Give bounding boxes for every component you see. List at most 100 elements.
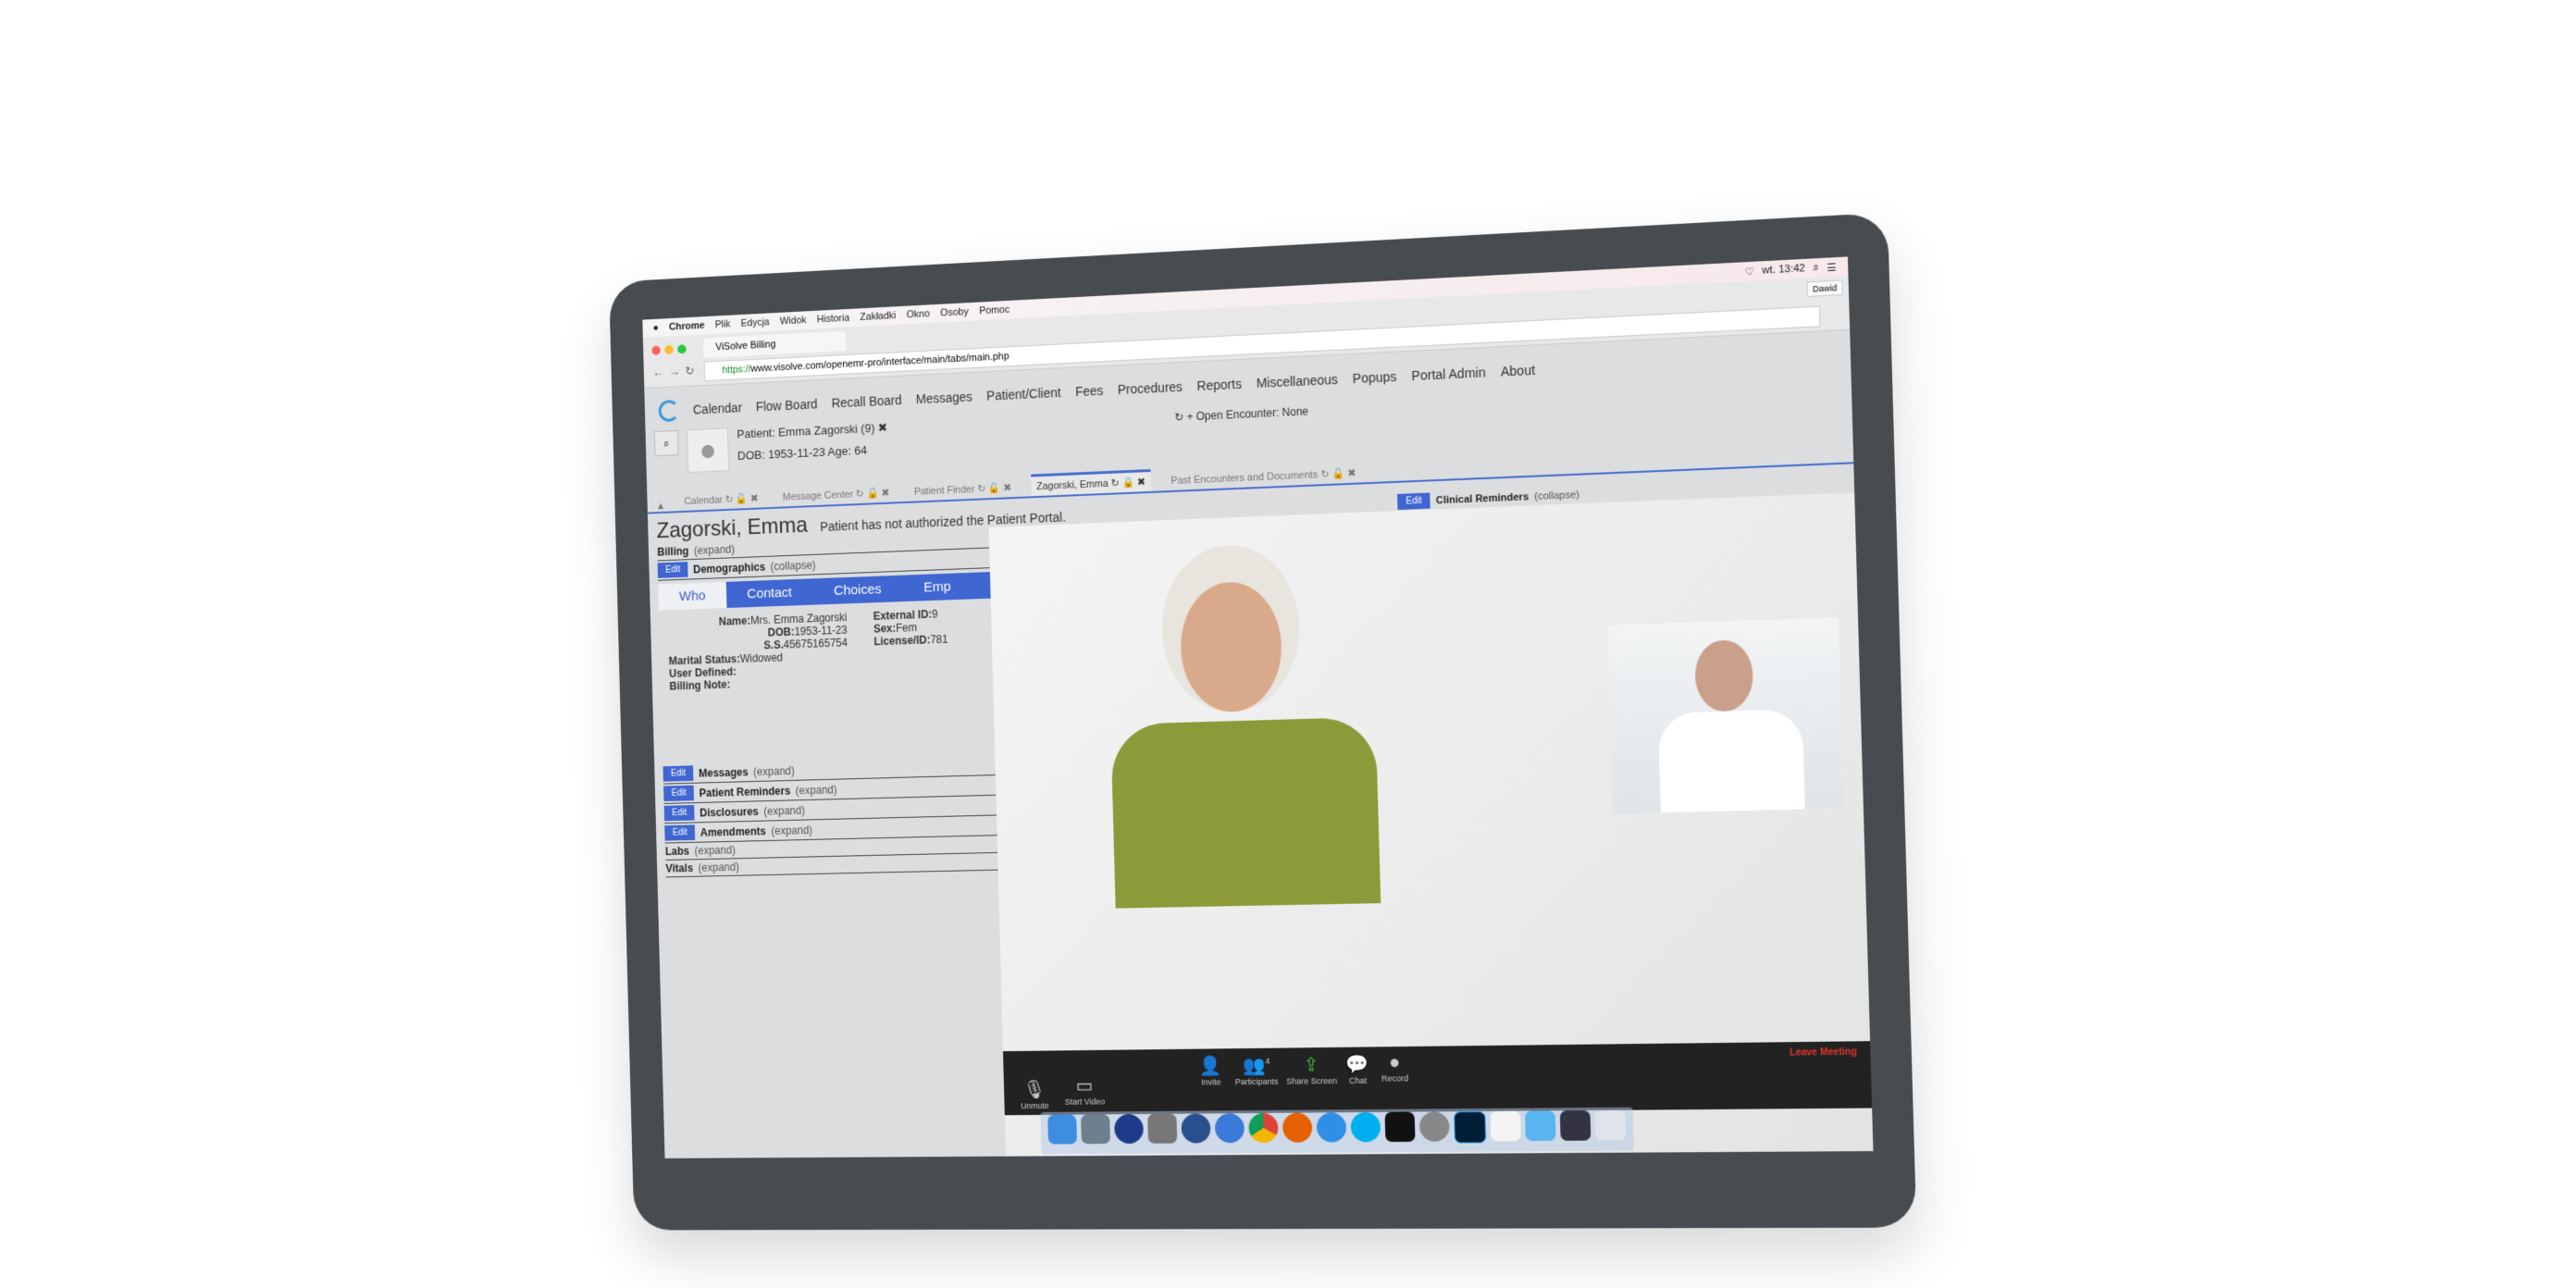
- section-toggle[interactable]: (collapse): [1534, 489, 1579, 502]
- nav-patient-client[interactable]: Patient/Client: [986, 385, 1061, 403]
- nav-portal-admin[interactable]: Portal Admin: [1411, 365, 1486, 383]
- close-icon[interactable]: ✖: [878, 420, 888, 434]
- minimize-window-icon[interactable]: [664, 344, 674, 355]
- openemr-app: Calendar Flow Board Recall Board Message…: [644, 329, 1874, 1158]
- nav-about[interactable]: About: [1501, 363, 1536, 379]
- wifi-icon[interactable]: ♡: [1744, 265, 1754, 278]
- firefox-icon[interactable]: [1282, 1112, 1313, 1143]
- demographics-fields: Name:Mrs. Emma Zagorski DOB:1953-11-23 S…: [659, 598, 1002, 693]
- app-icon[interactable]: [1181, 1113, 1211, 1144]
- nav-recall-board[interactable]: Recall Board: [831, 392, 901, 410]
- start-video-button[interactable]: ▭ Start Video: [1058, 1074, 1112, 1107]
- document-icon[interactable]: [1490, 1110, 1521, 1142]
- edit-button[interactable]: Edit: [1397, 492, 1430, 511]
- logo-icon[interactable]: [658, 399, 680, 423]
- trash-icon[interactable]: [1594, 1109, 1627, 1141]
- menu-item[interactable]: Pomoc: [979, 304, 1009, 317]
- tab-message-center[interactable]: Message Center ↻ 🔓 ✖: [777, 483, 895, 507]
- patient-header: ⌕ ● Patient: Emma Zagorski (9) ✖ DOB: 195…: [653, 420, 888, 474]
- menu-item[interactable]: Plik: [715, 319, 731, 331]
- list-icon[interactable]: ☰: [1827, 261, 1837, 274]
- section-toggle[interactable]: (expand): [694, 844, 736, 858]
- section-toggle[interactable]: (expand): [753, 764, 795, 778]
- screen: ● Chrome Plik Edycja Widok Historia Zakł…: [642, 256, 1874, 1158]
- participants-icon: 👥4: [1242, 1055, 1270, 1077]
- patient-name[interactable]: Patient: Emma Zagorski (9): [737, 421, 874, 440]
- encounter-info: ↻ + Open Encounter: None: [1174, 404, 1308, 424]
- tablet-device: ● Chrome Plik Edycja Widok Historia Zakł…: [609, 212, 1917, 1231]
- menu-item[interactable]: Osoby: [940, 306, 969, 318]
- patient-dob: DOB: 1953-11-23 Age: 64: [737, 443, 868, 463]
- tab-choices[interactable]: Choices: [812, 576, 903, 605]
- participants-button[interactable]: 👥4 Participants: [1229, 1054, 1284, 1087]
- menu-item[interactable]: Edycja: [740, 316, 769, 328]
- section-toggle[interactable]: (collapse): [770, 558, 815, 573]
- profile-button[interactable]: Dawid: [1806, 279, 1843, 297]
- section-toggle[interactable]: (expand): [763, 803, 805, 817]
- edit-button[interactable]: Edit: [664, 824, 696, 841]
- photoshop-icon[interactable]: [1453, 1110, 1487, 1144]
- tab-contact[interactable]: Contact: [726, 578, 813, 608]
- record-button[interactable]: ● Record: [1367, 1052, 1423, 1084]
- tab-past-encounters[interactable]: Past Encounters and Documents ↻ 🔓 ✖: [1165, 463, 1362, 490]
- tab-calendar[interactable]: Calendar ↻ 🔓 ✖: [679, 489, 764, 511]
- refresh-icon[interactable]: ↻: [1174, 411, 1183, 424]
- tab-who[interactable]: Who: [658, 581, 727, 611]
- app-icon[interactable]: [1214, 1113, 1245, 1144]
- section-toggle[interactable]: (expand): [694, 543, 736, 557]
- nav-procedures[interactable]: Procedures: [1118, 379, 1183, 397]
- apple-icon[interactable]: ●: [653, 323, 659, 334]
- section-toggle[interactable]: (expand): [796, 783, 837, 797]
- launchpad-icon[interactable]: [1081, 1114, 1110, 1145]
- tab-zagorski-emma[interactable]: Zagorski, Emma ↻ 🔒 ✖: [1030, 469, 1152, 497]
- plus-icon[interactable]: +: [1186, 410, 1193, 423]
- menu-item[interactable]: Zakładki: [860, 310, 896, 323]
- search-icon[interactable]: ⌕: [1813, 262, 1819, 275]
- back-icon[interactable]: ←: [652, 365, 663, 380]
- unmute-button[interactable]: 🎙 Unmute: [1008, 1078, 1062, 1110]
- nav-popups[interactable]: Popups: [1353, 369, 1397, 386]
- close-window-icon[interactable]: [651, 345, 661, 355]
- folder-icon[interactable]: [1525, 1110, 1556, 1142]
- forward-icon[interactable]: →: [669, 365, 680, 379]
- open-encounter[interactable]: Open Encounter: None: [1196, 404, 1309, 423]
- microphone-muted-icon: 🎙: [1022, 1080, 1046, 1101]
- nav-miscellaneous[interactable]: Miscellaneous: [1257, 372, 1339, 390]
- system-preferences-icon[interactable]: [1418, 1111, 1450, 1142]
- clock[interactable]: wt. 13:42: [1762, 262, 1805, 277]
- leave-meeting-button[interactable]: Leave Meeting: [1790, 1047, 1857, 1059]
- sublime-icon[interactable]: [1147, 1113, 1178, 1144]
- menu-app[interactable]: Chrome: [669, 320, 705, 333]
- maximize-window-icon[interactable]: [677, 344, 687, 354]
- section-label: Clinical Reminders: [1435, 490, 1530, 506]
- menu-item[interactable]: Historia: [817, 313, 850, 326]
- section-label: Billing: [657, 544, 689, 559]
- safari-icon[interactable]: [1316, 1112, 1347, 1143]
- nav-flow-board[interactable]: Flow Board: [756, 397, 818, 415]
- tab-employer[interactable]: Emp: [902, 573, 972, 601]
- edit-button[interactable]: Edit: [657, 562, 688, 578]
- url-path: www.visolve.com/openemr-pro/interface/ma…: [750, 351, 1009, 375]
- section-toggle[interactable]: (expand): [771, 824, 812, 837]
- section-toggle[interactable]: (expand): [698, 861, 739, 874]
- terminal-icon[interactable]: [1384, 1111, 1416, 1143]
- collapse-icon[interactable]: ▲: [656, 501, 665, 512]
- edit-button[interactable]: Edit: [663, 765, 694, 782]
- edit-button[interactable]: Edit: [663, 785, 695, 802]
- nav-reports[interactable]: Reports: [1196, 377, 1242, 393]
- edit-button[interactable]: Edit: [663, 805, 695, 822]
- menu-item[interactable]: Okno: [907, 308, 930, 320]
- reload-icon[interactable]: ↻: [685, 364, 695, 378]
- browser-tab[interactable]: ViSolve Billing: [702, 330, 847, 358]
- skype-icon[interactable]: [1350, 1111, 1381, 1143]
- search-button[interactable]: ⌕: [653, 429, 679, 457]
- image-icon[interactable]: [1559, 1110, 1591, 1141]
- tab-patient-finder[interactable]: Patient Finder ↻ 🔓 ✖: [909, 477, 1017, 502]
- nav-calendar[interactable]: Calendar: [693, 400, 742, 416]
- finder-icon[interactable]: [1047, 1114, 1078, 1145]
- nav-fees[interactable]: Fees: [1075, 383, 1104, 399]
- app-icon[interactable]: [1113, 1114, 1145, 1145]
- menu-item[interactable]: Widok: [780, 315, 807, 327]
- nav-messages[interactable]: Messages: [916, 390, 972, 407]
- chrome-icon[interactable]: [1248, 1112, 1279, 1144]
